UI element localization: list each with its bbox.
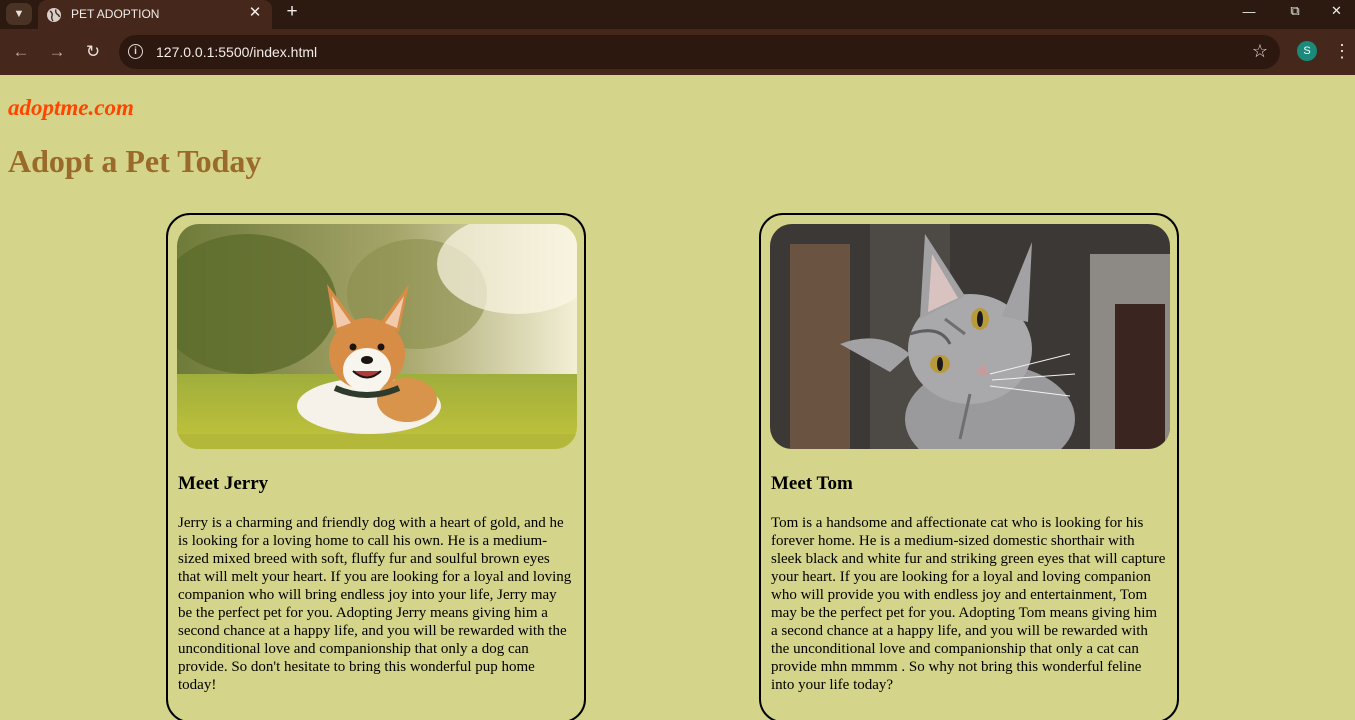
pet-card-tom: Meet Tom Tom is a handsome and affection… xyxy=(759,213,1179,720)
site-info-icon[interactable]: i xyxy=(128,44,143,59)
url-text[interactable]: 127.0.0.1:5500/index.html xyxy=(156,44,317,60)
restore-icon[interactable]: ⧉ xyxy=(1272,0,1318,22)
site-logo: adoptme.com xyxy=(8,95,134,120)
close-tab-icon[interactable]: ✕ xyxy=(246,4,264,22)
reload-icon[interactable]: ↻ xyxy=(81,40,105,64)
address-bar[interactable]: i 127.0.0.1:5500/index.html ☆ xyxy=(119,35,1280,69)
pet-description: Tom is a handsome and affectionate cat w… xyxy=(771,515,1166,693)
forward-arrow-icon[interactable]: → xyxy=(45,40,69,64)
profile-avatar[interactable]: S xyxy=(1297,41,1317,61)
tab-title: PET ADOPTION xyxy=(71,7,160,21)
bookmark-star-icon[interactable]: ☆ xyxy=(1252,41,1268,62)
page-title: Adopt a Pet Today xyxy=(8,143,262,179)
minimize-icon[interactable]: — xyxy=(1226,0,1272,22)
pet-name-heading: Meet Jerry xyxy=(178,473,269,494)
back-arrow-icon[interactable]: ← xyxy=(9,40,33,64)
pet-card-jerry: Meet Jerry Jerry is a charming and frien… xyxy=(166,213,586,720)
kebab-menu-icon[interactable]: ⋮ xyxy=(1333,40,1351,62)
tab-search-button[interactable]: ▼ xyxy=(6,3,32,25)
globe-icon xyxy=(47,8,61,22)
browser-tab-bar: ▼ PET ADOPTION ✕ + — ⧉ ✕ xyxy=(0,0,1355,29)
tabby-cat-photo xyxy=(770,224,1170,449)
chevron-down-icon: ▼ xyxy=(13,8,25,20)
pet-name-heading: Meet Tom xyxy=(771,473,853,494)
pet-description: Jerry is a charming and friendly dog wit… xyxy=(178,515,572,693)
corgi-dog-photo xyxy=(177,224,577,449)
page-content: adoptme.com Adopt a Pet Today Meet Jerry… xyxy=(0,75,1355,720)
browser-toolbar: ← → ↻ i 127.0.0.1:5500/index.html ☆ S ⋮ xyxy=(0,29,1355,75)
browser-tab[interactable]: PET ADOPTION ✕ xyxy=(38,0,272,29)
close-window-icon[interactable]: ✕ xyxy=(1318,0,1355,22)
new-tab-icon[interactable]: + xyxy=(282,2,302,22)
